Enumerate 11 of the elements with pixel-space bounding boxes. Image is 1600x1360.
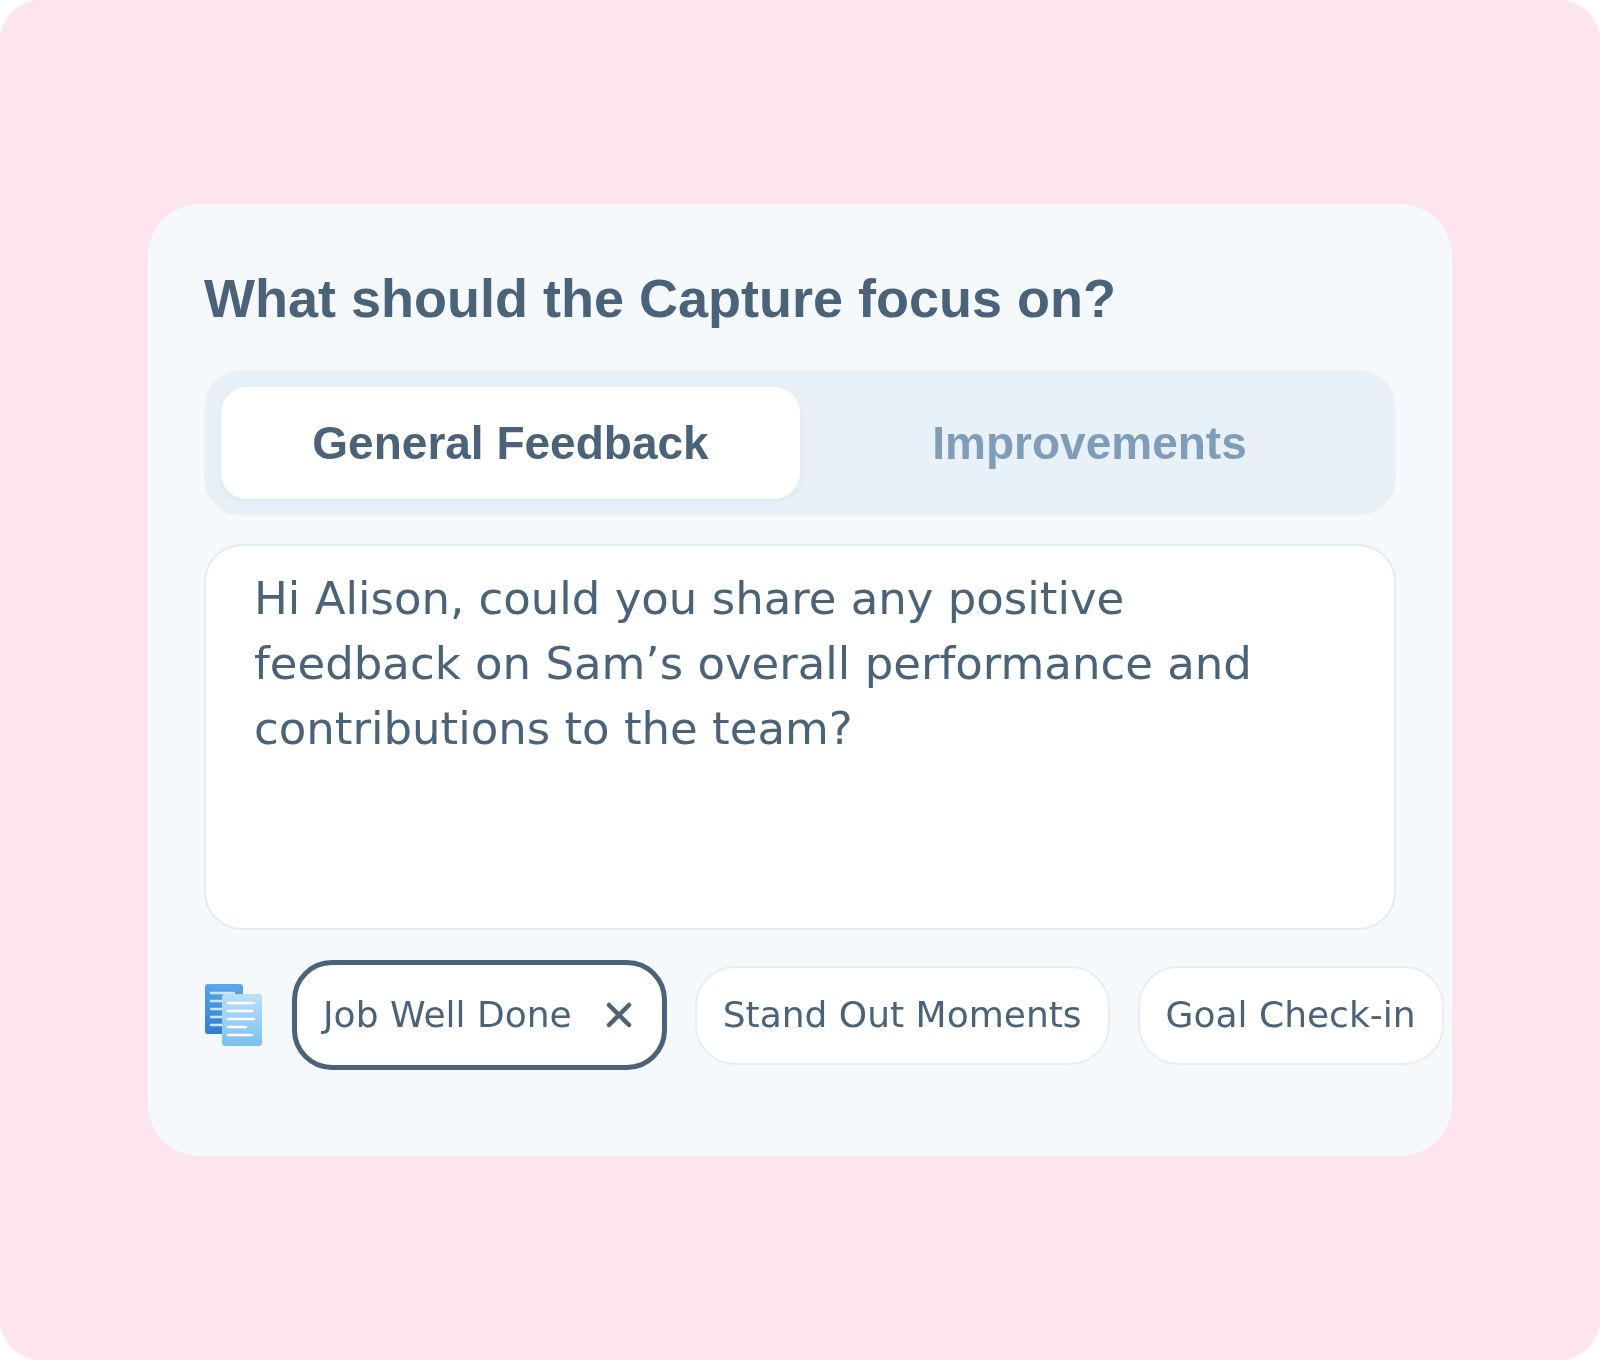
chip-label: Job Well Done [323, 993, 572, 1037]
tab[interactable]: General Feedback [221, 387, 800, 499]
topic-chip[interactable]: Job Well Done [292, 960, 667, 1070]
chip-label: Stand Out Moments [722, 993, 1082, 1037]
question-title: What should the Capture focus on? [204, 268, 1116, 328]
topic-chip[interactable]: Stand Out Moments [694, 965, 1110, 1065]
close-icon[interactable] [605, 1002, 632, 1028]
topic-chip[interactable]: Goal Check-in [1137, 965, 1444, 1065]
chip-label: Goal Check-in [1165, 993, 1416, 1037]
message-field[interactable]: Hi Alison, could you share any positive feedback on Sam’s overall performance and contributions to the team? [204, 544, 1396, 930]
documents-icon [204, 982, 264, 1048]
